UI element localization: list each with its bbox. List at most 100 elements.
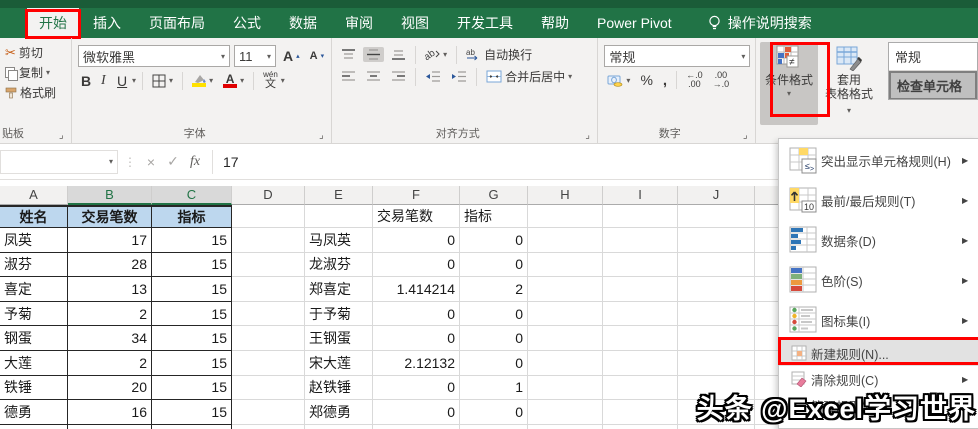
cell-value-f[interactable]: 1.414214 xyxy=(373,277,460,302)
font-size-select[interactable]: 11 ▾ xyxy=(234,45,277,67)
cell-fullname[interactable]: 宋大莲 xyxy=(305,350,373,376)
cell-fullname[interactable]: 诸葛钢铁 xyxy=(305,424,373,429)
cell-empty[interactable] xyxy=(232,252,305,278)
cell-style-check-cell[interactable]: 检查单元格 xyxy=(889,71,977,99)
cell-f1[interactable]: 交易笔数 xyxy=(373,205,460,228)
column-header-a[interactable]: A xyxy=(0,186,68,205)
cell-name[interactable]: 予菊 xyxy=(0,301,68,327)
cell-empty[interactable] xyxy=(603,424,678,429)
cell-fullname[interactable]: 于予菊 xyxy=(305,301,373,327)
cell-j1[interactable] xyxy=(678,205,755,228)
ribbon-tab[interactable]: 开发工具 xyxy=(443,8,527,38)
cell-empty[interactable] xyxy=(528,424,603,429)
font-dialog-launcher[interactable]: ⌟ xyxy=(319,131,329,141)
number-format-select[interactable]: 常规 ▾ xyxy=(604,45,751,67)
tell-me-search[interactable]: 操作说明搜索 xyxy=(698,8,822,38)
cell-target[interactable]: 15 xyxy=(152,228,232,253)
cell-value-g[interactable]: 0 xyxy=(460,400,528,425)
italic-button[interactable]: I xyxy=(98,72,110,90)
cell-empty[interactable] xyxy=(528,375,603,401)
cell-name[interactable]: 喜定 xyxy=(0,277,68,302)
ribbon-tab[interactable]: 插入 xyxy=(79,8,135,38)
copy-button[interactable]: 复制 ▾ xyxy=(2,63,67,82)
format-painter-button[interactable]: 格式刷 xyxy=(2,83,67,102)
cell-empty[interactable] xyxy=(528,301,603,327)
cut-button[interactable]: ✂ 剪切 xyxy=(2,43,67,62)
cell-h1[interactable] xyxy=(528,205,603,228)
comma-style-button[interactable]: , xyxy=(660,71,670,90)
cell-empty[interactable] xyxy=(678,350,755,376)
chevron-down-icon[interactable]: ▾ xyxy=(132,76,136,85)
cell-value-g[interactable]: 1 xyxy=(460,375,528,401)
fill-color-button[interactable]: ▾ xyxy=(189,73,216,88)
cell-transactions[interactable]: 34 xyxy=(68,326,152,351)
phonetic-guide-button[interactable]: wén 文 ▾ xyxy=(260,70,288,91)
bold-button[interactable]: B xyxy=(78,72,94,90)
ribbon-tab[interactable]: 公式 xyxy=(219,8,275,38)
cell-target[interactable]: 15 xyxy=(152,400,232,425)
cell-value-g[interactable]: 0 xyxy=(460,301,528,327)
cell-target[interactable]: 15 xyxy=(152,375,232,401)
cell-empty[interactable] xyxy=(603,350,678,376)
middle-align-button[interactable] xyxy=(363,47,385,62)
cell-value-f[interactable]: 0 xyxy=(373,252,460,278)
cell-c1[interactable]: 指标 xyxy=(152,205,232,228)
ribbon-tab[interactable]: 视图 xyxy=(387,8,443,38)
cell-empty[interactable] xyxy=(232,301,305,327)
cell-empty[interactable] xyxy=(232,424,305,429)
cell-value-f[interactable]: 0 xyxy=(373,375,460,401)
top-align-button[interactable] xyxy=(338,47,359,62)
cell-target[interactable]: 15 xyxy=(152,277,232,302)
cell-value-g[interactable]: 0 xyxy=(460,252,528,278)
column-header-e[interactable]: E xyxy=(305,186,373,205)
cell-fullname[interactable]: 郑喜定 xyxy=(305,277,373,302)
clipboard-dialog-launcher[interactable]: ⌟ xyxy=(59,131,69,141)
cell-empty[interactable] xyxy=(678,424,755,429)
cell-fullname[interactable]: 郑德勇 xyxy=(305,400,373,425)
shrink-font-button[interactable]: A ▾ xyxy=(307,49,327,63)
cell-value-f[interactable]: 0 xyxy=(373,424,460,429)
insert-function-button[interactable]: fx xyxy=(184,154,206,170)
cell-empty[interactable] xyxy=(528,350,603,376)
cell-target[interactable]: 15 xyxy=(152,252,232,278)
number-dialog-launcher[interactable]: ⌟ xyxy=(743,131,753,141)
cell-empty[interactable] xyxy=(678,228,755,253)
cell-name[interactable]: 德勇 xyxy=(0,400,68,425)
cell-name[interactable]: 葛钢铁 xyxy=(0,424,68,429)
cell-fullname[interactable]: 龙淑芬 xyxy=(305,252,373,278)
formula-bar-grip[interactable]: ⋮ xyxy=(118,155,140,169)
cell-value-g[interactable]: 0 xyxy=(460,228,528,253)
tab-home[interactable]: 开始 xyxy=(25,8,81,39)
borders-button[interactable]: ▾ xyxy=(149,73,176,89)
decrease-indent-button[interactable] xyxy=(422,69,444,84)
cell-empty[interactable] xyxy=(678,277,755,302)
ribbon-tab[interactable]: 帮助 xyxy=(527,8,583,38)
cell-value-f[interactable]: 0 xyxy=(373,400,460,425)
column-header-f[interactable]: F xyxy=(373,186,460,205)
cell-i1[interactable] xyxy=(603,205,678,228)
cell-value-g[interactable]: 0 xyxy=(460,350,528,376)
cell-empty[interactable] xyxy=(528,228,603,253)
cell-empty[interactable] xyxy=(678,301,755,327)
cell-empty[interactable] xyxy=(678,400,755,425)
cell-empty[interactable] xyxy=(528,252,603,278)
increase-indent-button[interactable] xyxy=(448,69,470,84)
align-left-button[interactable] xyxy=(338,69,359,84)
align-center-button[interactable] xyxy=(363,69,384,84)
menu-item-highlight-cells-rules[interactable]: ≤ > 突出显示单元格规则(H) ▶ xyxy=(779,140,978,180)
percent-style-button[interactable]: % xyxy=(637,71,655,89)
cell-empty[interactable] xyxy=(603,375,678,401)
column-header-i[interactable]: I xyxy=(603,186,678,205)
column-header-h[interactable]: H xyxy=(528,186,603,205)
cell-fullname[interactable]: 赵铁锤 xyxy=(305,375,373,401)
menu-item-manage-rules[interactable]: 管理规则(R)... xyxy=(779,392,978,418)
cell-empty[interactable] xyxy=(603,252,678,278)
menu-item-data-bars[interactable]: 数据条(D) ▶ xyxy=(779,220,978,260)
menu-item-new-rule[interactable]: 新建规则(N)... xyxy=(779,340,978,366)
menu-item-clear-rules[interactable]: 清除规则(C) ▶ xyxy=(779,366,978,392)
cell-empty[interactable] xyxy=(603,326,678,351)
column-header-c[interactable]: C xyxy=(152,186,232,205)
wrap-text-button[interactable]: ab 自动换行 xyxy=(463,45,535,64)
cell-transactions[interactable]: 19 xyxy=(68,424,152,429)
decrease-decimal-button[interactable]: .00 →.0 xyxy=(710,70,733,90)
